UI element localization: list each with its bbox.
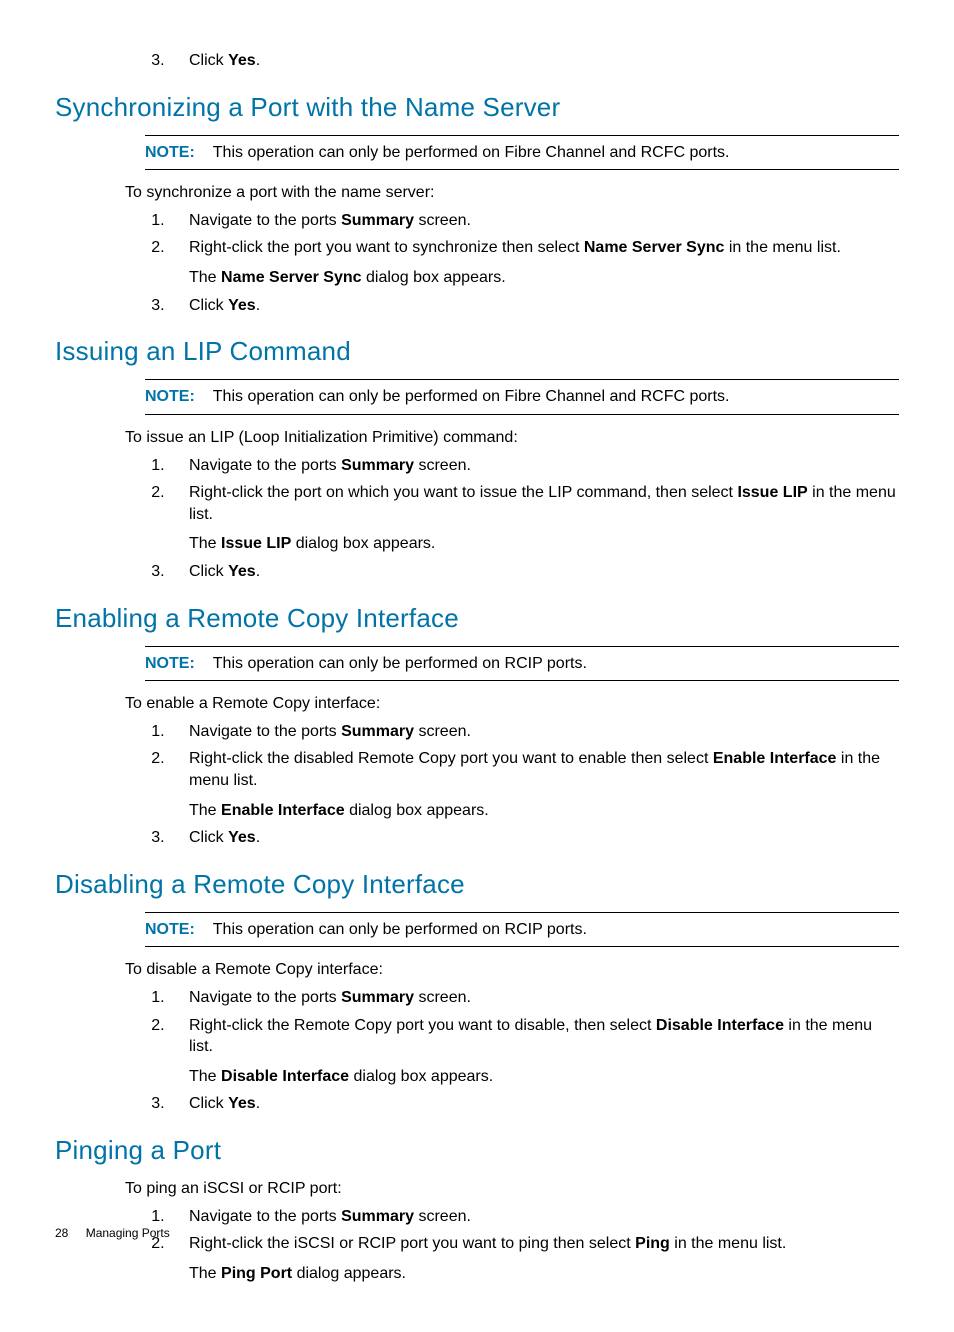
footer-title: Managing Ports bbox=[86, 1226, 170, 1240]
note-text: This operation can only be performed on … bbox=[213, 144, 730, 161]
note-label: NOTE: bbox=[145, 921, 213, 938]
sub-text: The Issue LIP dialog box appears. bbox=[189, 533, 899, 555]
steps-list: Navigate to the ports Summary screen. Ri… bbox=[125, 210, 899, 316]
steps-list: Navigate to the ports Summary screen. Ri… bbox=[125, 455, 899, 583]
sub-text: The Disable Interface dialog box appears… bbox=[189, 1066, 899, 1088]
note-block: NOTE:This operation can only be performe… bbox=[145, 646, 899, 682]
intro-text: To enable a Remote Copy interface: bbox=[125, 693, 899, 715]
intro-text: To ping an iSCSI or RCIP port: bbox=[125, 1178, 899, 1200]
note-block: NOTE:This operation can only be performe… bbox=[145, 379, 899, 415]
list-item: Click Yes. bbox=[169, 561, 899, 583]
intro-text: To issue an LIP (Loop Initialization Pri… bbox=[125, 427, 899, 449]
steps-list: Navigate to the ports Summary screen. Ri… bbox=[125, 721, 899, 849]
intro-text: To disable a Remote Copy interface: bbox=[125, 959, 899, 981]
sub-text: The Enable Interface dialog box appears. bbox=[189, 800, 899, 822]
heading-sync-port: Synchronizing a Port with the Name Serve… bbox=[55, 90, 899, 125]
note-block: NOTE:This operation can only be performe… bbox=[145, 135, 899, 171]
list-item: Click Yes. bbox=[169, 295, 899, 317]
steps-list: Navigate to the ports Summary screen. Ri… bbox=[125, 987, 899, 1115]
note-text: This operation can only be performed on … bbox=[213, 655, 587, 672]
heading-enable-rc: Enabling a Remote Copy Interface bbox=[55, 601, 899, 636]
note-text: This operation can only be performed on … bbox=[213, 388, 730, 405]
note-label: NOTE: bbox=[145, 144, 213, 161]
list-item: Click Yes. bbox=[169, 827, 899, 849]
note-text: This operation can only be performed on … bbox=[213, 921, 587, 938]
list-item: Right-click the port you want to synchro… bbox=[169, 237, 899, 288]
list-item: Navigate to the ports Summary screen. bbox=[169, 721, 899, 743]
page-number: 28 bbox=[55, 1226, 68, 1240]
bold: Yes bbox=[228, 52, 256, 69]
page-footer: 28 Managing Ports bbox=[55, 1225, 170, 1241]
sub-text: The Name Server Sync dialog box appears. bbox=[189, 267, 899, 289]
list-item: Navigate to the ports Summary screen. bbox=[169, 987, 899, 1009]
list-item: Navigate to the ports Summary screen. bbox=[169, 1206, 899, 1228]
orphan-step-list: Click Yes. bbox=[125, 50, 899, 72]
steps-list: Navigate to the ports Summary screen. Ri… bbox=[125, 1206, 899, 1285]
list-item: Right-click the iSCSI or RCIP port you w… bbox=[169, 1233, 899, 1284]
list-item: Right-click the Remote Copy port you wan… bbox=[169, 1015, 899, 1088]
list-item: Right-click the disabled Remote Copy por… bbox=[169, 748, 899, 821]
list-item: Navigate to the ports Summary screen. bbox=[169, 455, 899, 477]
note-label: NOTE: bbox=[145, 388, 213, 405]
note-label: NOTE: bbox=[145, 655, 213, 672]
heading-disable-rc: Disabling a Remote Copy Interface bbox=[55, 867, 899, 902]
note-block: NOTE:This operation can only be performe… bbox=[145, 912, 899, 948]
list-item: Right-click the port on which you want t… bbox=[169, 482, 899, 555]
step-text: Click bbox=[189, 52, 228, 69]
sub-text: The Ping Port dialog appears. bbox=[189, 1263, 899, 1285]
step-text: . bbox=[256, 52, 260, 69]
intro-text: To synchronize a port with the name serv… bbox=[125, 182, 899, 204]
heading-lip-command: Issuing an LIP Command bbox=[55, 334, 899, 369]
heading-pinging-port: Pinging a Port bbox=[55, 1133, 899, 1168]
list-item: Navigate to the ports Summary screen. bbox=[169, 210, 899, 232]
list-item: Click Yes. bbox=[169, 50, 899, 72]
list-item: Click Yes. bbox=[169, 1093, 899, 1115]
